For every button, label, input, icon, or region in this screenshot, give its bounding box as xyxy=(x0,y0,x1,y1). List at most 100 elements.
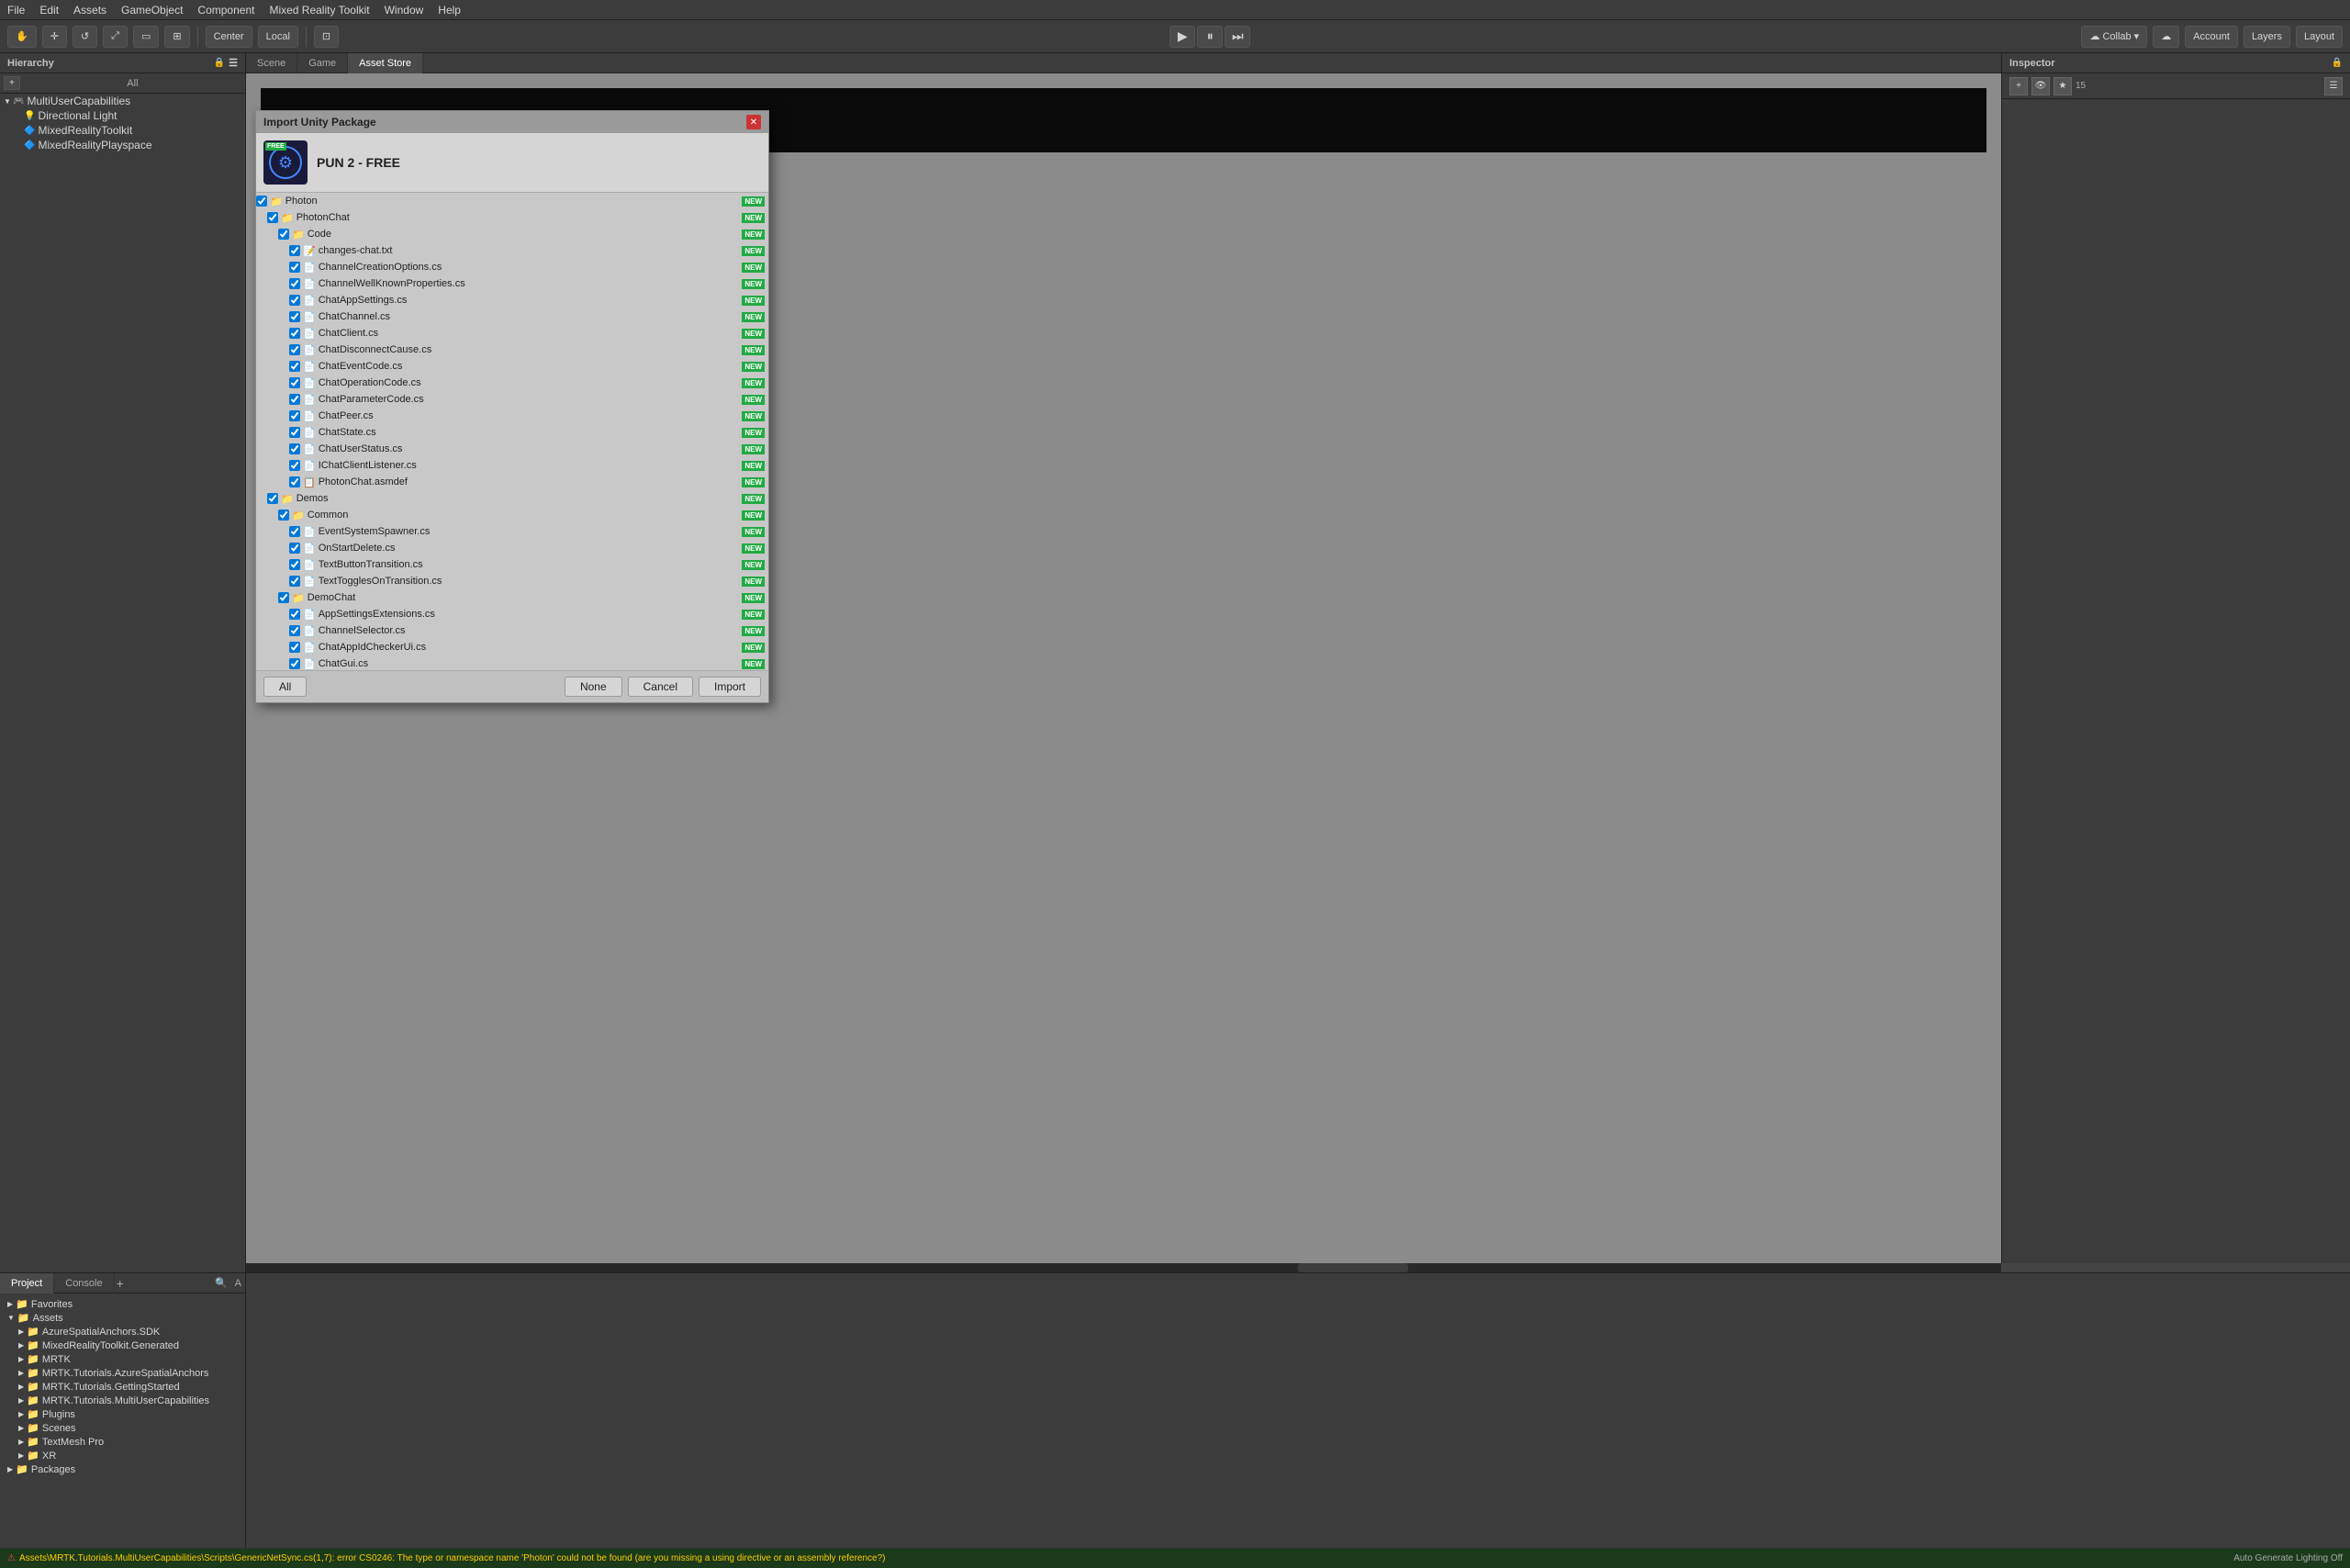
tool-rotate[interactable]: ↺ xyxy=(73,26,97,48)
cancel-button[interactable]: Cancel xyxy=(628,677,693,697)
file-checkbox[interactable] xyxy=(289,245,300,256)
file-checkbox[interactable] xyxy=(289,526,300,537)
project-item[interactable]: ▶📁MRTK.Tutorials.MultiUserCapabilities xyxy=(4,1394,241,1407)
file-item[interactable]: 📄IChatClientListener.csNEW xyxy=(256,457,768,474)
project-item[interactable]: ▶📁MRTK.Tutorials.AzureSpatialAnchors xyxy=(4,1366,241,1380)
file-item[interactable]: 📄ChatState.csNEW xyxy=(256,424,768,441)
project-item[interactable]: ▼📁Assets xyxy=(4,1311,241,1325)
file-item[interactable]: 📄TextTogglesOnTransition.csNEW xyxy=(256,573,768,589)
file-item[interactable]: 📄OnStartDelete.csNEW xyxy=(256,540,768,556)
file-item[interactable]: 📁CodeNEW xyxy=(256,226,768,242)
lock-icon[interactable]: 🔒 xyxy=(2332,58,2343,68)
project-item[interactable]: ▶📁XR xyxy=(4,1449,241,1462)
file-checkbox[interactable] xyxy=(289,328,300,339)
tool-scale[interactable]: ⤢ xyxy=(103,26,128,48)
file-checkbox[interactable] xyxy=(289,642,300,653)
project-item[interactable]: ▶📁AzureSpatialAnchors.SDK xyxy=(4,1325,241,1338)
file-item[interactable]: 📄ChatUserStatus.csNEW xyxy=(256,441,768,457)
file-item[interactable]: 📄ChatPeer.csNEW xyxy=(256,408,768,424)
file-checkbox[interactable] xyxy=(289,559,300,570)
project-search-btn[interactable]: 🔍 xyxy=(211,1277,231,1289)
hierarchy-add-btn[interactable]: + xyxy=(4,76,20,90)
tab-asset-store[interactable]: Asset Store xyxy=(348,53,423,73)
file-checkbox[interactable] xyxy=(278,592,289,603)
hierarchy-item-playspace[interactable]: 🔷 MixedRealityPlayspace xyxy=(0,138,245,152)
play-button[interactable]: ▶ xyxy=(1169,26,1195,48)
file-item[interactable]: 📄ChatOperationCode.csNEW xyxy=(256,375,768,391)
menu-edit[interactable]: Edit xyxy=(39,4,59,17)
inspector-menu-icon[interactable]: ☰ xyxy=(2324,77,2343,95)
cloud-button[interactable]: ☁ xyxy=(2153,26,2179,48)
hierarchy-item-mrtk[interactable]: 🔷 MixedRealityToolkit xyxy=(0,123,245,138)
dialog-close-btn[interactable]: ✕ xyxy=(746,115,761,129)
file-checkbox[interactable] xyxy=(267,493,278,504)
file-item[interactable]: 📄ChatClient.csNEW xyxy=(256,325,768,342)
file-item[interactable]: 📄ChatChannel.csNEW xyxy=(256,308,768,325)
file-checkbox[interactable] xyxy=(278,510,289,521)
file-item[interactable]: 📄ChannelWellKnownProperties.csNEW xyxy=(256,275,768,292)
file-item[interactable]: 📁DemosNEW xyxy=(256,490,768,507)
none-button[interactable]: None xyxy=(565,677,622,697)
file-item[interactable]: 📄ChatAppIdCheckerUi.csNEW xyxy=(256,639,768,655)
tool-rect[interactable]: ▭ xyxy=(133,26,159,48)
file-item[interactable]: 📄ChatGui.csNEW xyxy=(256,655,768,670)
file-checkbox[interactable] xyxy=(289,443,300,454)
import-button[interactable]: Import xyxy=(699,677,761,697)
file-checkbox[interactable] xyxy=(289,311,300,322)
menu-gameobject[interactable]: GameObject xyxy=(121,4,183,17)
hierarchy-menu-icon[interactable]: ☰ xyxy=(229,57,238,69)
local-global-btn[interactable]: Local xyxy=(258,26,298,48)
tool-move[interactable]: ✛ xyxy=(42,26,67,48)
file-checkbox[interactable] xyxy=(256,196,267,207)
tool-hand[interactable]: ✋ xyxy=(7,26,37,48)
file-item[interactable]: 📄ChatParameterCode.csNEW xyxy=(256,391,768,408)
tool-transform[interactable]: ⊞ xyxy=(164,26,189,48)
snap-btn[interactable]: ⊡ xyxy=(314,26,339,48)
project-item[interactable]: ▶📁MRTK.Tutorials.GettingStarted xyxy=(4,1380,241,1394)
menu-help[interactable]: Help xyxy=(438,4,461,17)
project-item[interactable]: ▶📁MixedRealityToolkit.Generated xyxy=(4,1338,241,1352)
tab-console[interactable]: Console xyxy=(54,1273,114,1294)
file-item[interactable]: 📋PhotonChat.asmdefNEW xyxy=(256,474,768,490)
layers-button[interactable]: Layers xyxy=(2244,26,2290,48)
file-item[interactable]: 📄ChannelCreationOptions.csNEW xyxy=(256,259,768,275)
file-checkbox[interactable] xyxy=(289,658,300,669)
file-checkbox[interactable] xyxy=(289,460,300,471)
file-checkbox[interactable] xyxy=(289,576,300,587)
center-pivot-btn[interactable]: Center xyxy=(206,26,252,48)
menu-window[interactable]: Window xyxy=(385,4,424,17)
project-item[interactable]: ▶📁MRTK xyxy=(4,1352,241,1366)
step-button[interactable]: ⏭ xyxy=(1225,26,1250,48)
file-item[interactable]: 📄EventSystemSpawner.csNEW xyxy=(256,523,768,540)
menu-component[interactable]: Component xyxy=(197,4,254,17)
inspector-star-icon[interactable]: ★ xyxy=(2053,77,2072,95)
tab-game[interactable]: Game xyxy=(297,53,348,73)
file-checkbox[interactable] xyxy=(289,295,300,306)
menu-assets[interactable]: Assets xyxy=(73,4,106,17)
project-menu-btn[interactable]: A xyxy=(231,1278,245,1289)
file-checkbox[interactable] xyxy=(289,609,300,620)
menu-file[interactable]: File xyxy=(7,4,25,17)
file-checkbox[interactable] xyxy=(289,361,300,372)
tab-scene[interactable]: Scene xyxy=(246,53,297,73)
file-checkbox[interactable] xyxy=(289,278,300,289)
file-checkbox[interactable] xyxy=(289,394,300,405)
hierarchy-item-directional-light[interactable]: 💡 Directional Light xyxy=(0,108,245,123)
file-item[interactable]: 📁PhotonChatNEW xyxy=(256,209,768,226)
file-checkbox[interactable] xyxy=(278,229,289,240)
file-item[interactable]: 📄ChatDisconnectCause.csNEW xyxy=(256,342,768,358)
tab-project[interactable]: Project xyxy=(0,1273,54,1294)
file-item[interactable]: 📄ChannelSelector.csNEW xyxy=(256,622,768,639)
file-checkbox[interactable] xyxy=(267,212,278,223)
file-item[interactable]: 📄TextButtonTransition.csNEW xyxy=(256,556,768,573)
file-checkbox[interactable] xyxy=(289,476,300,487)
layout-button[interactable]: Layout xyxy=(2296,26,2343,48)
file-item[interactable]: 📁PhotonNEW xyxy=(256,193,768,209)
file-checkbox[interactable] xyxy=(289,543,300,554)
file-item[interactable]: 📁CommonNEW xyxy=(256,507,768,523)
file-item[interactable]: 📄ChatEventCode.csNEW xyxy=(256,358,768,375)
file-checkbox[interactable] xyxy=(289,625,300,636)
account-button[interactable]: Account xyxy=(2185,26,2238,48)
file-checkbox[interactable] xyxy=(289,262,300,273)
file-item[interactable]: 📄ChatAppSettings.csNEW xyxy=(256,292,768,308)
